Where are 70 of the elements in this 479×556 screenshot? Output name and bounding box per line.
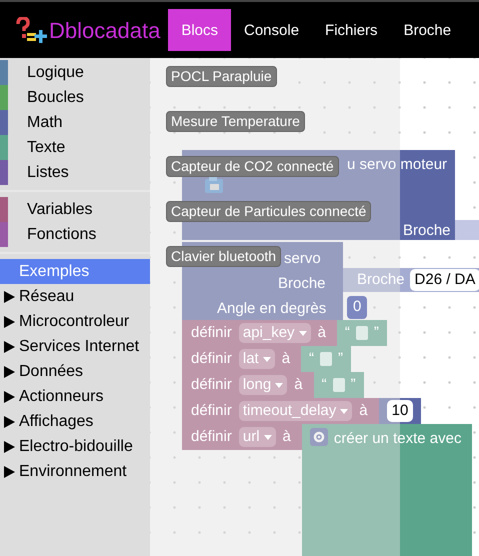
expand-icon: [4, 290, 15, 302]
nav-tab[interactable]: Blocs: [168, 9, 231, 51]
flyout-button[interactable]: POCL Parapluie: [166, 66, 277, 87]
dropdown-arrow-icon: [275, 382, 284, 388]
expand-icon: [4, 340, 15, 352]
block-label: à: [359, 400, 368, 421]
toolbox-category[interactable]: Services Internet: [0, 334, 150, 359]
toolbox-category[interactable]: Electro-bidouille: [0, 434, 150, 459]
quote-mark: ”: [350, 374, 356, 395]
block-label: définir: [191, 426, 232, 447]
gear-icon: [310, 428, 328, 446]
nav-tab[interactable]: Broche: [390, 9, 464, 51]
block-label: définir: [191, 400, 232, 421]
input-label: Broche: [357, 270, 405, 290]
input-label: Broche: [403, 221, 451, 241]
block-label: à: [318, 322, 326, 343]
quote-mark: “: [309, 348, 314, 369]
toolbox-category[interactable]: Microcontroleur: [0, 309, 150, 334]
block-label: à: [282, 426, 291, 447]
toolbox-category[interactable]: Affichages: [0, 409, 150, 434]
block-title: u servo moteur: [347, 155, 448, 175]
expand-icon: [4, 390, 15, 402]
text-field[interactable]: [320, 352, 332, 366]
expand-icon: [4, 366, 15, 378]
toolbox-category[interactable]: Exemples: [0, 259, 150, 284]
quote-mark: ”: [338, 348, 344, 369]
quote-mark: “: [344, 322, 350, 343]
toolbox-category[interactable]: Données: [0, 359, 150, 384]
quote-mark: ”: [374, 322, 379, 343]
expand-icon: [4, 416, 15, 428]
flyout-button[interactable]: Clavier bluetooth: [166, 246, 282, 267]
block-label: définir: [191, 348, 232, 369]
flyout-button[interactable]: Mesure Temperature: [166, 111, 305, 132]
pin-dropdown[interactable]: D26 / DA: [410, 268, 479, 292]
toolbox-category[interactable]: Logique: [0, 60, 150, 85]
dropdown-arrow-icon: [340, 408, 348, 414]
text-field[interactable]: [356, 326, 368, 340]
toolbox-category[interactable]: Variables: [0, 197, 150, 222]
block-title: servo: [284, 249, 321, 269]
brand-name[interactable]: Dblocadata: [49, 14, 160, 46]
toolbox-category[interactable]: Texte: [0, 135, 150, 160]
block-label: définir: [191, 322, 232, 343]
toolbox-category[interactable]: Boucles: [0, 85, 150, 110]
quote-mark: “: [322, 374, 327, 395]
block-label: créer un texte avec: [334, 429, 462, 449]
flyout-button[interactable]: Capteur de Particules connecté: [166, 201, 372, 222]
toolbox-category[interactable]: Fonctions: [0, 222, 150, 247]
block-label: à: [294, 374, 303, 395]
nav-tab[interactable]: Fichiers: [312, 9, 391, 51]
input-label: Angle en degrès: [217, 299, 326, 319]
toolbox-category[interactable]: Math: [0, 110, 150, 135]
toolbox-category[interactable]: Réseau: [0, 284, 150, 309]
toolbox-category[interactable]: Listes: [0, 160, 150, 185]
expand-icon: [4, 440, 15, 452]
dropdown-arrow-icon: [298, 330, 307, 336]
expand-icon: [4, 466, 15, 478]
dropdown-arrow-icon: [264, 434, 272, 440]
logo-icon: [16, 16, 48, 44]
block-label: définir: [191, 374, 232, 395]
input-label: Broche: [278, 274, 326, 294]
block-label: à: [282, 348, 290, 369]
toolbox-category[interactable]: Actionneurs: [0, 384, 150, 409]
dropdown-arrow-icon: [262, 356, 271, 362]
text-field[interactable]: [332, 378, 345, 392]
expand-icon: [4, 316, 15, 328]
number-field[interactable]: 10: [386, 400, 414, 422]
nav-tab[interactable]: Console: [231, 9, 312, 51]
flyout-button[interactable]: Capteur de CO2 connecté: [166, 156, 339, 177]
input-socket: [455, 220, 479, 240]
toolbox-category[interactable]: Environnement: [0, 459, 150, 484]
